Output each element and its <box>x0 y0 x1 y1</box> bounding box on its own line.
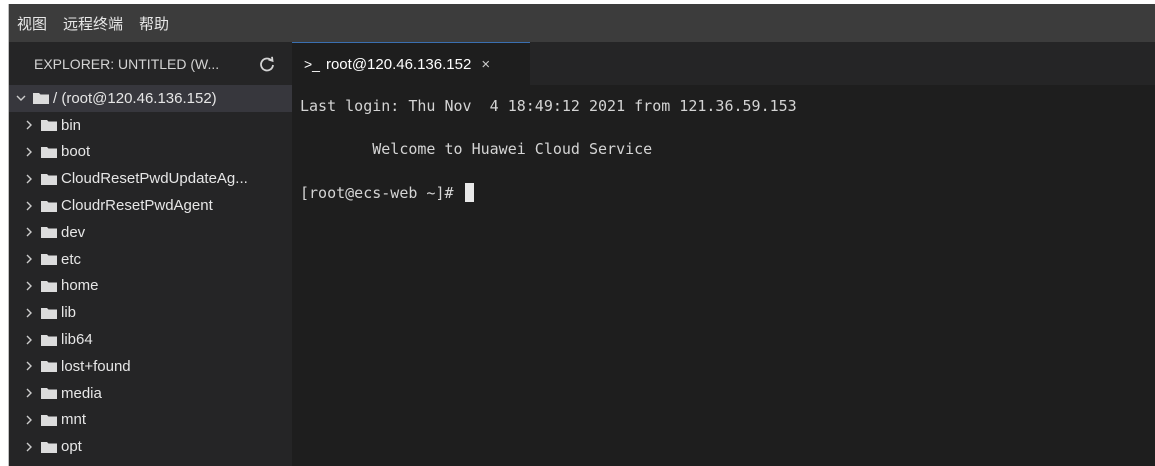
tree-folder-item[interactable]: media <box>9 380 292 407</box>
folder-icon <box>41 441 57 453</box>
tree-folder-label: CloudResetPwdUpdateAg... <box>61 170 248 188</box>
chevron-right-icon <box>26 120 32 130</box>
tree-root[interactable]: / (root@120.46.136.152) <box>9 85 292 112</box>
folder-icon <box>33 93 49 105</box>
explorer-sidebar: EXPLORER: UNTITLED (W... / (root@120.46.… <box>9 42 292 466</box>
folder-icon <box>41 361 57 373</box>
tree-folder-item[interactable]: boot <box>9 139 292 166</box>
tree-root-label: / (root@120.46.136.152) <box>53 89 217 107</box>
tree-folder-label: CloudrResetPwdAgent <box>61 197 213 215</box>
chevron-right-icon <box>26 281 32 291</box>
tree-folder-label: home <box>61 277 99 295</box>
tree-folder-item[interactable]: bin <box>9 112 292 139</box>
folder-icon <box>41 146 57 158</box>
tree-folder-label: bin <box>61 116 82 134</box>
folder-icon <box>41 307 57 319</box>
folder-icon <box>41 173 57 185</box>
chevron-right-icon <box>26 442 32 452</box>
chevron-right-icon <box>26 147 32 157</box>
chevron-right-icon <box>26 361 32 371</box>
tree-folder-item[interactable]: mnt <box>9 407 292 434</box>
app-window: 视图 远程终端 帮助 EXPLORER: UNTITLED (W... / (r… <box>8 4 1155 466</box>
folder-icon <box>41 388 57 400</box>
chevron-down-icon <box>16 95 26 102</box>
tree-folder-label: dev <box>61 223 86 241</box>
menu-bar: 视图 远程终端 帮助 <box>9 4 1155 42</box>
tree-folder-item[interactable]: lib64 <box>9 326 292 353</box>
terminal-line-prompt: [root@ecs-web ~]# <box>300 183 474 202</box>
refresh-icon[interactable] <box>258 55 276 73</box>
chevron-right-icon <box>26 308 32 318</box>
terminal-panel[interactable]: Last login: Thu Nov 4 18:49:12 2021 from… <box>292 85 1155 466</box>
chevron-right-icon <box>26 415 32 425</box>
terminal-prompt-icon: >_ <box>304 56 320 72</box>
folder-icon <box>41 227 57 239</box>
terminal-line-last-login: Last login: Thu Nov 4 18:49:12 2021 from… <box>300 97 797 115</box>
tree-folder-label: lib <box>61 304 77 322</box>
terminal-prompt-text: [root@ecs-web ~]# <box>300 184 463 202</box>
tree-folder-item[interactable]: etc <box>9 246 292 273</box>
tree-folder-label: media <box>61 384 102 402</box>
menu-view[interactable]: 视图 <box>9 4 55 42</box>
chevron-right-icon <box>26 335 32 345</box>
tree-folder-label: lost+found <box>61 357 131 375</box>
folder-icon <box>41 200 57 212</box>
terminal-tab-label: root@120.46.136.152 <box>325 55 472 73</box>
folder-icon <box>41 120 57 132</box>
chevron-right-icon <box>26 201 32 211</box>
explorer-header: EXPLORER: UNTITLED (W... <box>9 42 292 85</box>
menu-remote-terminal[interactable]: 远程终端 <box>55 4 131 42</box>
tree-folder-item[interactable]: opt <box>9 433 292 460</box>
tree-folder-label: opt <box>61 438 82 456</box>
menu-help[interactable]: 帮助 <box>131 4 177 42</box>
explorer-title: EXPLORER: UNTITLED (W... <box>34 55 220 72</box>
chevron-right-icon <box>26 174 32 184</box>
chevron-right-icon <box>26 254 32 264</box>
tree-folder-label: mnt <box>61 411 87 429</box>
folder-icon <box>41 280 57 292</box>
chevron-right-icon <box>26 227 32 237</box>
chevron-right-icon <box>26 388 32 398</box>
tree-folder-item[interactable]: home <box>9 273 292 300</box>
tree-folder-item[interactable]: CloudResetPwdUpdateAg... <box>9 165 292 192</box>
tree-folder-item[interactable]: dev <box>9 219 292 246</box>
tree-folder-label: boot <box>61 143 91 161</box>
tab-bar: >_ root@120.46.136.152 × <box>292 42 1155 85</box>
folder-icon <box>41 414 57 426</box>
file-tree: / (root@120.46.136.152) bin boot CloudRese… <box>9 85 292 460</box>
tree-folder-item[interactable]: lib <box>9 299 292 326</box>
terminal-tab[interactable]: >_ root@120.46.136.152 × <box>292 42 530 85</box>
folder-icon <box>41 254 57 266</box>
tree-folder-label: lib64 <box>61 331 93 349</box>
tree-folder-label: etc <box>61 250 82 268</box>
tree-folder-item[interactable]: CloudrResetPwdAgent <box>9 192 292 219</box>
terminal-cursor <box>464 183 474 202</box>
tree-folder-item[interactable]: lost+found <box>9 353 292 380</box>
close-icon[interactable]: × <box>481 56 490 73</box>
terminal-line-welcome: Welcome to Huawei Cloud Service <box>300 140 653 158</box>
folder-icon <box>41 334 57 346</box>
